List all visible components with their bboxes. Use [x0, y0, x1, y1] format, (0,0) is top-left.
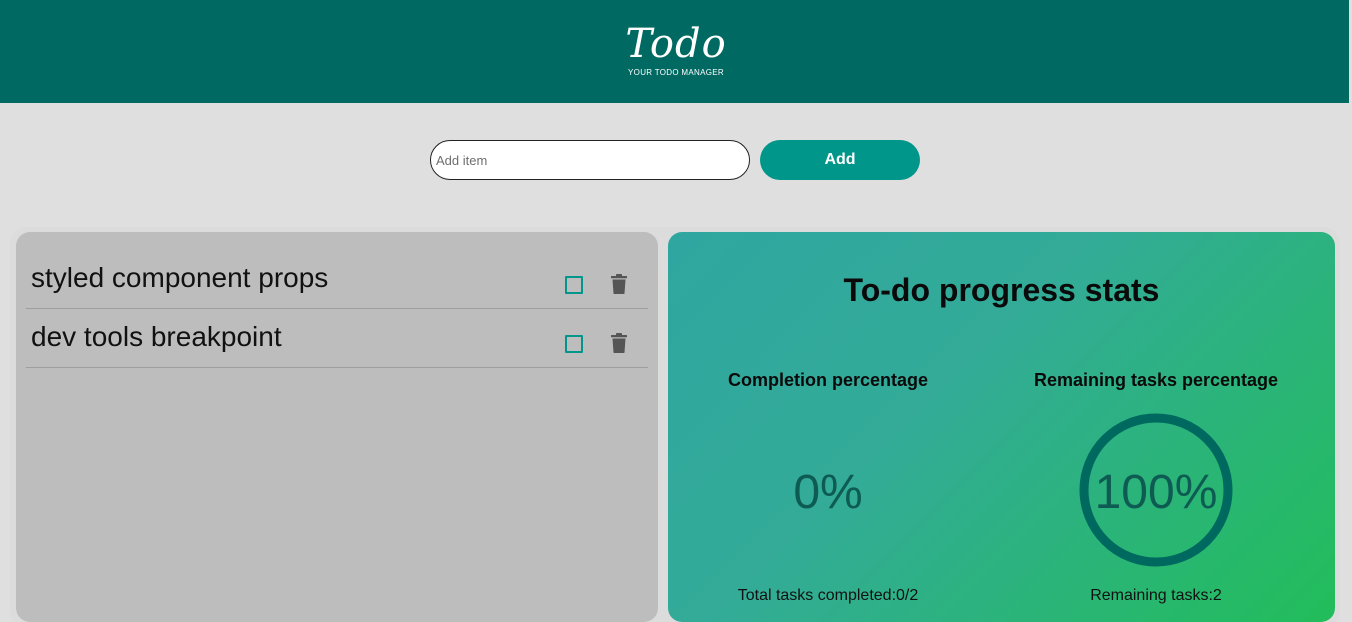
- list-item: dev tools breakpoint: [26, 309, 648, 368]
- app-subtitle: YOUR TODO MANAGER: [628, 68, 724, 77]
- remaining-footer: Remaining tasks:2: [1090, 587, 1222, 604]
- todo-list: styled component props dev tools breakpo…: [16, 232, 658, 622]
- remaining-value: 100%: [1094, 466, 1218, 519]
- add-button[interactable]: Add: [760, 140, 920, 180]
- trash-icon[interactable]: [610, 333, 628, 353]
- complete-checkbox[interactable]: [565, 276, 583, 294]
- todo-text: styled component props: [31, 262, 329, 293]
- app-header: Todo YOUR TODO MANAGER: [0, 0, 1352, 103]
- trash-icon[interactable]: [610, 274, 628, 294]
- stats-title: To-do progress stats: [843, 272, 1160, 308]
- completion-value: 0%: [793, 466, 863, 519]
- add-item-input[interactable]: [430, 140, 750, 180]
- stats-panel: To-do progress stats Completion percenta…: [668, 232, 1335, 622]
- remaining-stat: Remaining tasks percentage 100% Remainin…: [996, 370, 1316, 604]
- remaining-label: Remaining tasks percentage: [1033, 370, 1279, 390]
- complete-checkbox[interactable]: [565, 335, 583, 353]
- app-logo: Todo: [625, 21, 727, 67]
- completion-footer: Total tasks completed:0/2: [737, 587, 919, 604]
- add-item-form: Add: [430, 140, 920, 180]
- completion-stat: Completion percentage 0% Total tasks com…: [668, 370, 988, 604]
- completion-label: Completion percentage: [727, 370, 929, 390]
- list-item: styled component props: [26, 250, 648, 309]
- todo-text: dev tools breakpoint: [31, 321, 282, 352]
